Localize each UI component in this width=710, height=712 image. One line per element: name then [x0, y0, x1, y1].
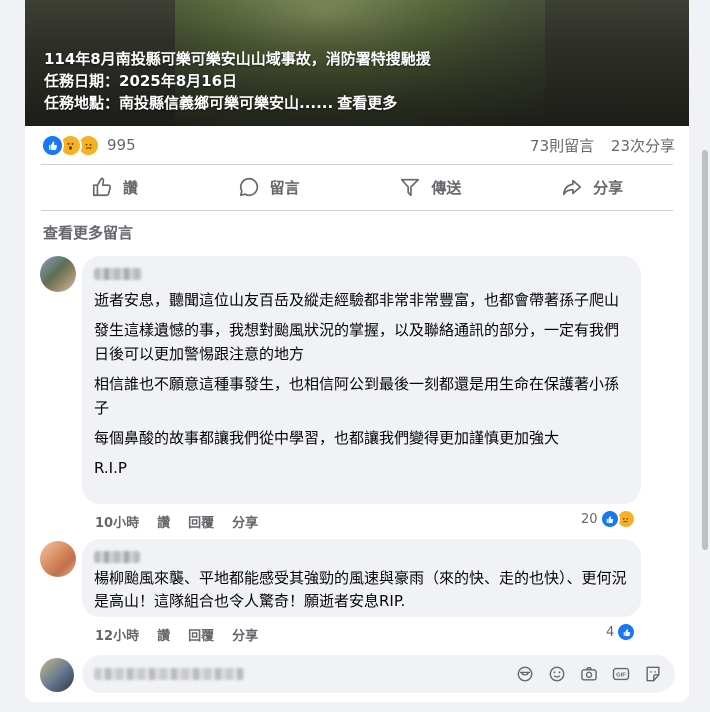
divider [41, 164, 673, 165]
comment-button[interactable]: 留言 [222, 170, 316, 204]
reactions-summary: 995 73則留言 23次分享 [41, 133, 675, 157]
comment-meta: 12小時 讚 回覆 分享 [95, 625, 258, 644]
share-button[interactable]: 分享 [545, 170, 639, 204]
comment-count[interactable]: 73則留言 [530, 137, 594, 155]
current-user-avatar[interactable] [40, 658, 74, 692]
comment-text: 逝者安息，聽聞這位山友百岳及縱走經驗都非常非常豐富，也都會帶著孫子爬山 [94, 291, 620, 309]
like-icon [41, 133, 64, 157]
comment-input[interactable]: GIF [82, 655, 675, 693]
share-count[interactable]: 23次分享 [611, 137, 675, 155]
post-date: 任務日期：2025年8月16日 [44, 72, 238, 90]
commenter-name-blurred[interactable] [94, 551, 140, 563]
comment-meta: 10小時 讚 回覆 分享 [95, 512, 258, 531]
comment-bubble: 逝者安息，聽聞這位山友百岳及縱走經驗都非常非常豐富，也都會帶著孫子爬山 發生這樣… [82, 256, 641, 504]
thumbs-up-icon [92, 177, 111, 197]
sticker-icon[interactable] [643, 664, 663, 684]
comment-bubble: 楊柳颱風來襲、平地都能感受其強勁的風速與豪雨（來的快、走的也快）、更何況是高山！… [82, 539, 641, 617]
speech-bubble-icon [239, 177, 258, 197]
post-caption: 114年8月南投縣可樂可樂安山山域事故，消防署特搜馳援 任務日期：2025年8月… [44, 48, 431, 114]
like-button[interactable]: 讚 [75, 170, 154, 204]
comment-reactions[interactable]: 4 [606, 622, 637, 642]
commenter-name-blurred[interactable] [94, 268, 142, 280]
comment-reaction-count: 4 [606, 624, 615, 640]
comment-like-button[interactable]: 讚 [157, 625, 170, 644]
scrollbar[interactable] [700, 0, 710, 712]
comment-share-button[interactable]: 分享 [232, 625, 258, 644]
comment-time[interactable]: 10小時 [95, 512, 139, 531]
post-stats: 73則留言 23次分享 [518, 135, 675, 156]
post-card: 114年8月南投縣可樂可樂安山山域事故，消防署特搜馳援 任務日期：2025年8月… [25, 0, 689, 702]
post-image[interactable]: 114年8月南投縣可樂可樂安山山域事故，消防署特搜馳援 任務日期：2025年8月… [25, 0, 689, 126]
comment-reply-button[interactable]: 回覆 [188, 512, 214, 531]
avatar[interactable] [40, 541, 76, 577]
avatar[interactable] [40, 256, 76, 292]
svg-text:GIF: GIF [616, 673, 626, 679]
composer-tools: GIF [515, 664, 663, 684]
comment-text: 每個鼻酸的故事都讓我們從中學習，也都讓我們變得更加謹慎更加強大 [94, 429, 560, 447]
send-button[interactable]: 傳送 [383, 170, 477, 204]
comment-text: 楊柳颱風來襲、平地都能感受其強勁的風速與豪雨（來的快、走的也快）、更何況是高山！… [94, 569, 627, 610]
send-icon [401, 178, 420, 197]
see-more-link[interactable]: 查看更多 [337, 94, 397, 112]
post-location: 任務地點：南投縣信義鄉可樂可樂安山...... [44, 94, 334, 112]
share-arrow-icon [563, 179, 582, 196]
comment-time[interactable]: 12小時 [95, 625, 139, 644]
comment-share-button[interactable]: 分享 [232, 512, 258, 531]
reaction-count: 995 [107, 136, 136, 154]
comment-reaction-count: 20 [581, 511, 598, 527]
scrollbar-thumb[interactable] [702, 150, 708, 550]
view-more-comments-link[interactable]: 查看更多留言 [43, 222, 133, 243]
like-icon [616, 622, 637, 642]
divider [41, 210, 673, 211]
comment-reactions[interactable]: 20 [581, 509, 636, 529]
camera-icon[interactable] [579, 664, 599, 684]
comment-text: 發生這樣遺憾的事，我想對颱風狀況的掌握，以及聯絡通訊的部分，一定有我們日後可以更… [94, 321, 620, 363]
avatar-sticker-icon[interactable] [515, 664, 535, 684]
like-icon [599, 509, 620, 529]
comment-text: R.I.P [94, 459, 127, 477]
emoji-icon[interactable] [547, 664, 567, 684]
reaction-icons[interactable]: 995 [41, 133, 136, 157]
gif-icon[interactable]: GIF [611, 664, 631, 684]
comment-reply-button[interactable]: 回覆 [188, 625, 214, 644]
action-bar: 讚 留言 傳送 分享 [41, 167, 673, 207]
comment-text: 相信誰也不願意這種事發生，也相信阿公到最後一刻都還是用生命在保護著小孫子 [94, 375, 620, 417]
comment-placeholder-blurred [94, 668, 244, 680]
comment-like-button[interactable]: 讚 [157, 512, 170, 531]
post-headline: 114年8月南投縣可樂可樂安山山域事故，消防署特搜馳援 [44, 50, 431, 68]
